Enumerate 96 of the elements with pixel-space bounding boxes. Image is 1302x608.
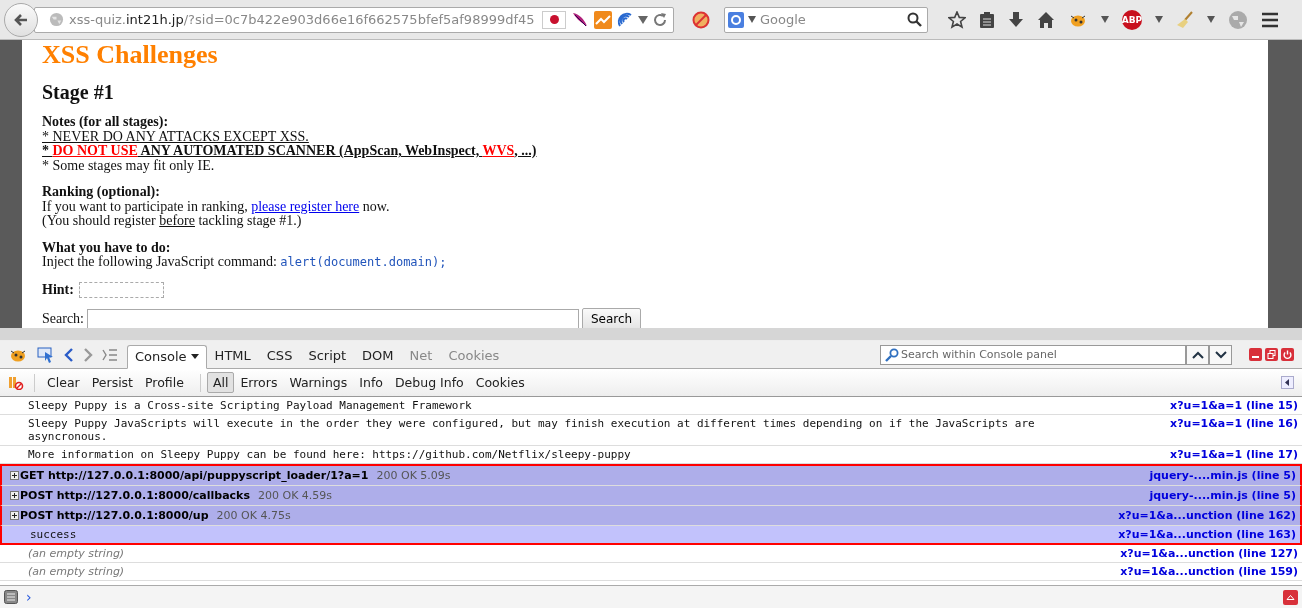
blocked-script-icon[interactable] xyxy=(692,10,710,29)
minimize-button[interactable] xyxy=(1249,348,1262,361)
panel-tab[interactable]: DOM xyxy=(354,344,402,368)
register-link[interactable]: please register here xyxy=(251,198,360,214)
console-message: More information on Sleepy Puppy can be found here: https://github.com/Netflix/sleepy-puppy xyxy=(28,448,631,461)
down-chevron-icon xyxy=(1214,350,1227,359)
search-placeholder: Google xyxy=(760,12,807,27)
command-editor-icon[interactable] xyxy=(4,590,18,604)
request-status: 200 OK 4.75s xyxy=(216,509,291,522)
search-icon xyxy=(885,347,899,362)
source-link[interactable]: x?u=1&a...unction (line 127) xyxy=(1120,547,1298,560)
wave-icon[interactable] xyxy=(617,11,633,28)
download-icon[interactable] xyxy=(1008,10,1024,29)
next-match-button[interactable] xyxy=(1209,344,1232,365)
hint-label: Hint: xyxy=(42,281,74,298)
dropdown-icon[interactable] xyxy=(1207,16,1215,23)
feather-icon[interactable] xyxy=(571,10,589,29)
console-message: GET http://127.0.0.1:8000/api/puppyscript_loader/1?a=1 xyxy=(20,469,369,482)
search-field[interactable]: Google xyxy=(724,6,928,33)
source-link[interactable]: x?u=1&a...unction (line 163) xyxy=(1118,528,1296,541)
request-status: 200 OK 5.09s xyxy=(376,469,451,482)
previous-match-button[interactable] xyxy=(1186,344,1209,365)
note-line: * NEVER DO ANY ATTACKS EXCEPT XSS. xyxy=(42,129,310,144)
search-label: Search: xyxy=(42,310,84,327)
url-text: xss-quiz.int21h.jp/?sid=0c7b422e903d66e16f662575bfef5af98999df45 xyxy=(69,12,536,27)
expand-icon[interactable] xyxy=(10,491,19,500)
search-icon[interactable] xyxy=(907,12,922,27)
dropdown-icon[interactable] xyxy=(1155,16,1163,23)
command-prompt: › xyxy=(26,589,32,605)
filter-button[interactable]: Debug Info xyxy=(388,372,470,393)
indent-list-icon[interactable] xyxy=(102,348,118,361)
panel-tab[interactable]: CSS xyxy=(258,344,301,368)
page-title: XSS Challenges xyxy=(42,40,219,69)
note-line: * Some stages may fit only IE. xyxy=(42,158,216,173)
console-message: Sleepy Puppy JavaScripts will execute in the order they were configured, but may finish execution at different times depending on if the JavaScripts are asyncronous. xyxy=(28,417,1035,443)
dropdown-icon[interactable] xyxy=(1101,16,1109,23)
task-text: Inject the following JavaScript command: alert(document.domain); xyxy=(42,255,448,270)
search-placeholder: Search within Console panel xyxy=(901,348,1058,361)
break-on-error-icon[interactable] xyxy=(8,375,24,390)
expand-up-button[interactable] xyxy=(1283,589,1298,605)
console-search-field[interactable]: Search within Console panel xyxy=(880,344,1186,365)
filter-button[interactable]: Errors xyxy=(234,372,284,393)
address-bar[interactable]: xss-quiz.int21h.jp/?sid=0c7b422e903d66e16f662575bfef5af98999df45 xyxy=(34,6,674,33)
search-input[interactable] xyxy=(87,308,579,328)
adblock-button[interactable]: ABP xyxy=(1122,9,1142,30)
console-action-button[interactable]: Persist xyxy=(85,372,140,393)
source-link[interactable]: x?u=1&a=1 (line 16) xyxy=(1170,417,1298,430)
expand-icon[interactable] xyxy=(10,511,19,520)
broom-icon[interactable] xyxy=(1176,10,1194,29)
star-icon[interactable] xyxy=(948,10,966,29)
panel-tab[interactable]: Console xyxy=(127,345,207,369)
search-engine-icon xyxy=(728,11,744,28)
panel-tab[interactable]: HTML xyxy=(206,344,259,368)
menu-icon[interactable] xyxy=(1261,11,1279,28)
reload-icon[interactable] xyxy=(653,12,667,27)
console-action-button[interactable]: Clear xyxy=(41,372,86,393)
clipboard-icon[interactable] xyxy=(979,10,995,29)
ranking-heading: Ranking (optional): xyxy=(42,185,161,200)
task-heading: What you have to do: xyxy=(42,240,172,255)
search-button[interactable]: Search xyxy=(582,307,642,328)
expand-icon[interactable] xyxy=(10,471,19,480)
power-button[interactable] xyxy=(1281,348,1294,361)
console-message: (an empty string) xyxy=(28,547,125,560)
ranking-text: If you want to participate in ranking, please register here now. xyxy=(42,199,391,214)
filter-button[interactable]: Warnings xyxy=(283,372,354,393)
console-action-button[interactable]: Profile xyxy=(139,372,190,393)
back-button[interactable] xyxy=(4,2,38,37)
dropdown-icon[interactable] xyxy=(638,15,648,24)
ranking-note: (You should register before tackling stage #1.) xyxy=(42,214,302,229)
source-link[interactable]: jquery-....min.js (line 5) xyxy=(1149,489,1296,502)
source-link[interactable]: jquery-....min.js (line 5) xyxy=(1149,469,1296,482)
console-message: Sleepy Puppy is a Cross-site Scripting Payload Management Framework xyxy=(28,399,472,412)
filter-button[interactable]: All xyxy=(206,372,235,393)
globe-icon xyxy=(49,12,64,27)
dropdown-icon[interactable] xyxy=(748,16,756,23)
panel-tab[interactable]: Script xyxy=(300,344,355,368)
note-line: * DO NOT USE ANY AUTOMATED SCANNER (AppScan, WebInspect, WVS, ...) xyxy=(42,144,538,159)
console-message: POST http://127.0.0.1:8000/callbacks xyxy=(20,489,250,502)
console-message: success xyxy=(30,528,77,541)
notes-heading: Notes (for all stages): xyxy=(42,115,170,130)
source-link[interactable]: x?u=1&a=1 (line 17) xyxy=(1170,448,1298,461)
home-icon[interactable] xyxy=(1037,10,1055,29)
up-chevron-icon xyxy=(1191,350,1204,359)
source-link[interactable]: x?u=1&a=1 (line 15) xyxy=(1170,399,1298,412)
stage-heading: Stage #1 xyxy=(42,81,115,103)
console-message: (an empty string) xyxy=(28,565,125,578)
detach-button[interactable] xyxy=(1265,348,1278,361)
filter-button[interactable]: Cookies xyxy=(469,372,531,393)
caret-icon xyxy=(190,354,199,359)
console-message: POST http://127.0.0.1:8000/up xyxy=(20,509,209,522)
inspect-icon[interactable] xyxy=(37,346,55,363)
source-link[interactable]: x?u=1&a...unction (line 159) xyxy=(1120,565,1298,578)
filter-button[interactable]: Info xyxy=(353,372,389,393)
flag-icon[interactable] xyxy=(542,10,566,29)
request-status: 200 OK 4.59s xyxy=(258,489,333,502)
source-link[interactable]: x?u=1&a...unction (line 162) xyxy=(1118,509,1296,522)
